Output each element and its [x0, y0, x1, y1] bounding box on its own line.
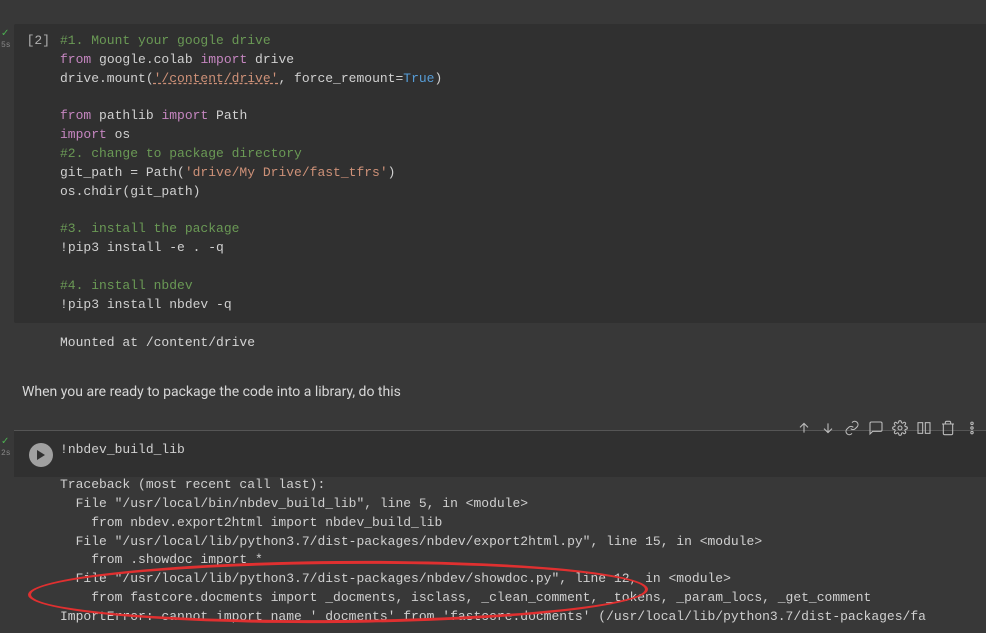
traceback-line: File "/usr/local/lib/python3.7/dist-pack…: [60, 534, 762, 549]
more-button[interactable]: [962, 418, 982, 438]
cell-toolbar: [794, 418, 982, 438]
traceback-line: from .showdoc import *: [60, 552, 263, 567]
play-icon: [36, 450, 46, 460]
check-icon: ✓: [1, 436, 9, 447]
execution-count: [2]: [22, 32, 60, 315]
code-editor-2[interactable]: !nbdev_build_lib: [60, 441, 986, 467]
cell2-exec-time: 2s: [1, 448, 11, 460]
code-cell-1[interactable]: [2] #1. Mount your google drive from goo…: [14, 24, 986, 323]
traceback-line: File "/usr/local/lib/python3.7/dist-pack…: [60, 571, 731, 586]
delete-button[interactable]: [938, 418, 958, 438]
cell2-output: Traceback (most recent call last): File …: [14, 470, 986, 633]
traceback-line: from nbdev.export2html import nbdev_buil…: [60, 515, 442, 530]
move-down-button[interactable]: [818, 418, 838, 438]
move-up-button[interactable]: [794, 418, 814, 438]
cell1-exec-time: 5s: [1, 40, 11, 52]
link-button[interactable]: [842, 418, 862, 438]
traceback-line: Traceback (most recent call last):: [60, 477, 325, 492]
settings-button[interactable]: [890, 418, 910, 438]
markdown-text: When you are ready to package the code i…: [22, 384, 401, 400]
traceback-line: from fastcore.docments import _docments,…: [60, 590, 871, 605]
run-cell-button[interactable]: [29, 443, 53, 467]
traceback-line: File "/usr/local/bin/nbdev_build_lib", l…: [60, 496, 528, 511]
cell1-output: Mounted at /content/drive: [14, 328, 986, 359]
comment-button[interactable]: [866, 418, 886, 438]
code-editor-1[interactable]: #1. Mount your google drive from google.…: [60, 32, 986, 315]
mirror-button[interactable]: [914, 418, 934, 438]
traceback-line: ImportError: cannot import name '_docmen…: [60, 609, 926, 624]
check-icon: ✓: [1, 28, 9, 39]
